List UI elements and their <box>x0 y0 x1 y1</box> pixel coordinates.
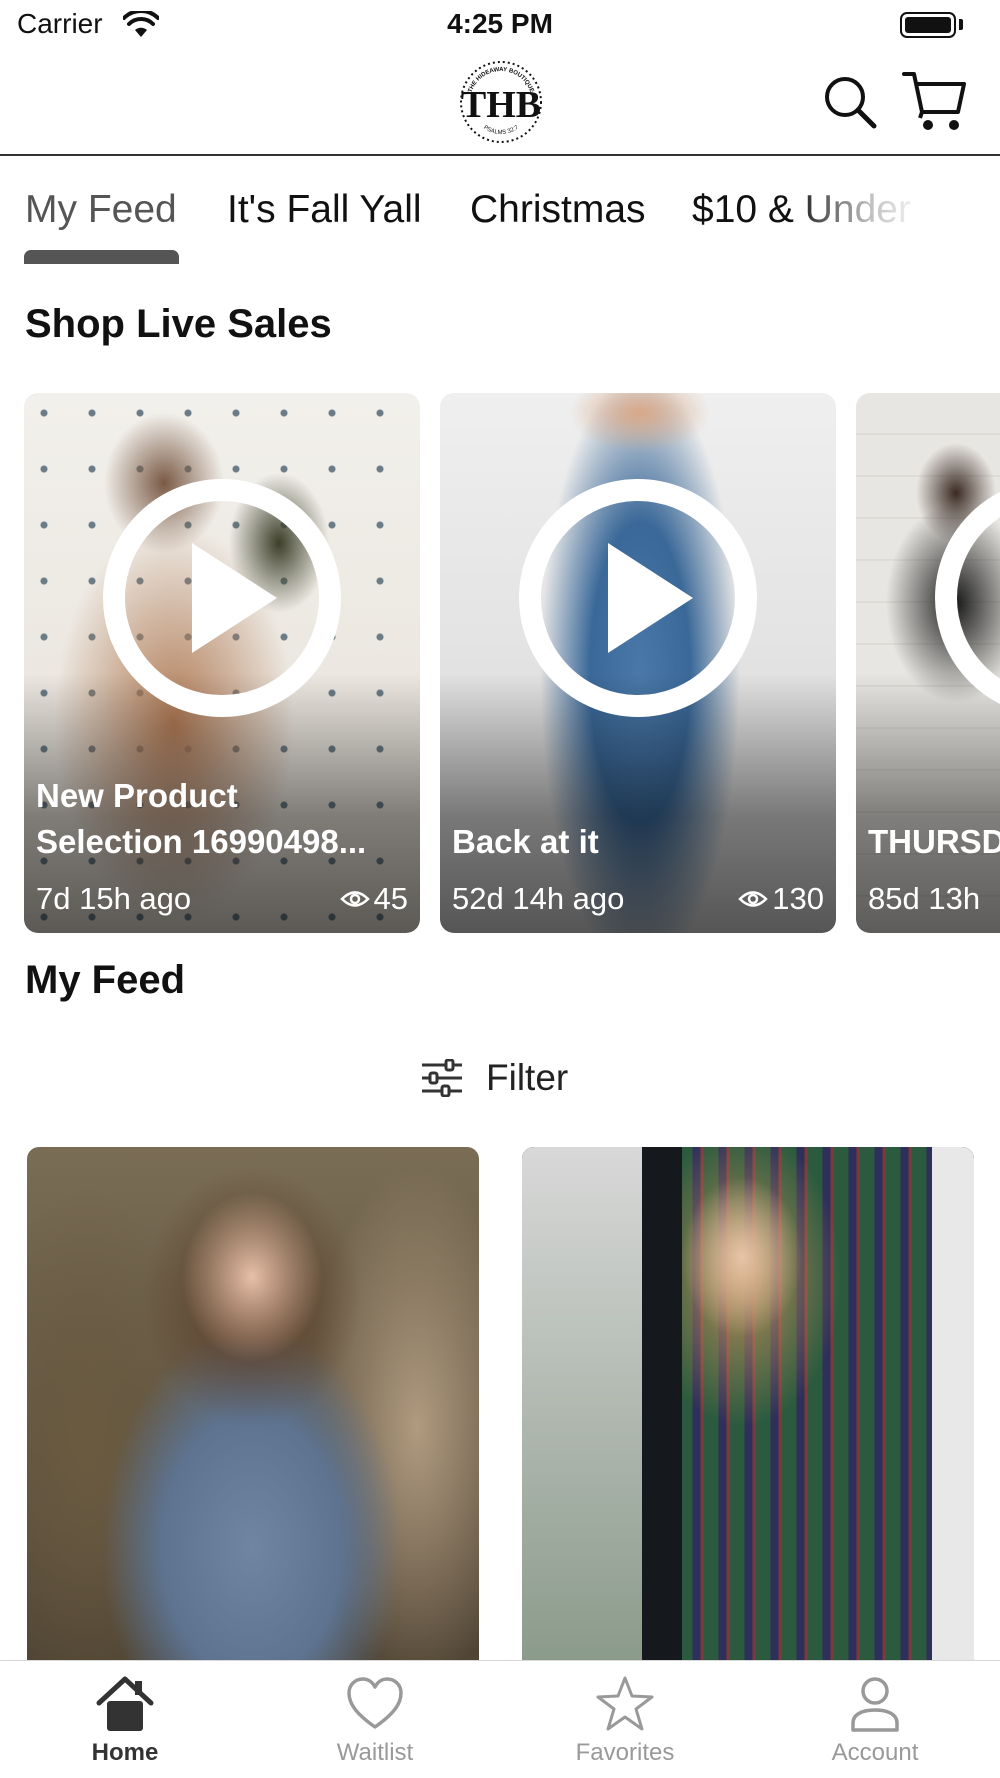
clock: 4:25 PM <box>447 8 553 39</box>
live-sale-view-count: 130 <box>772 881 824 916</box>
home-icon <box>96 1676 154 1731</box>
tab-its-fall-yall[interactable]: It's Fall Yall <box>227 188 422 232</box>
live-sale-view-count: 45 <box>373 881 408 916</box>
tab-bar-label: Home <box>91 1739 159 1766</box>
product-card[interactable] <box>27 1147 479 1667</box>
live-sale-views: 130 <box>738 881 824 917</box>
cart-icon[interactable] <box>902 70 968 132</box>
battery-tip <box>959 19 963 30</box>
bottom-tab-bar: Home Waitlist Favorites Account <box>0 1660 1000 1778</box>
battery-icon <box>900 12 956 38</box>
tab-bar-home[interactable]: Home <box>25 1661 225 1778</box>
nav-header: THE HIDEAWAY BOUTIQUE PSALMS 32:7 THB <box>0 50 1000 156</box>
sliders-icon <box>422 1059 462 1097</box>
live-sale-age: 85d 13h <box>868 881 981 916</box>
tab-christmas[interactable]: Christmas <box>470 188 646 232</box>
eye-icon <box>339 891 370 907</box>
live-sale-title: Back at it <box>452 823 599 860</box>
live-sale-title: THURSD <box>868 823 1000 860</box>
product-image <box>27 1147 479 1667</box>
filter-button[interactable]: Filter <box>420 1050 568 1106</box>
tab-bar-waitlist[interactable]: Waitlist <box>275 1661 475 1778</box>
star-icon <box>596 1676 654 1731</box>
tab-my-feed[interactable]: My Feed <box>25 188 177 232</box>
product-card[interactable] <box>522 1147 974 1667</box>
tab-bar-favorites[interactable]: Favorites <box>525 1661 725 1778</box>
live-sale-card[interactable]: THURSD 85d 13h <box>856 393 1000 933</box>
tab-10-and-under[interactable]: $10 & Under <box>692 188 911 232</box>
live-sale-card[interactable]: New Product Selection 16990498... 7d 15h… <box>24 393 420 933</box>
live-sale-views: 45 <box>339 881 408 917</box>
eye-icon <box>738 891 769 907</box>
tab-bar-label: Account <box>831 1739 919 1766</box>
category-tabs: My Feed It's Fall Yall Christmas $10 & U… <box>0 158 1000 274</box>
active-tab-indicator <box>24 250 179 264</box>
live-sales-carousel[interactable]: New Product Selection 16990498... 7d 15h… <box>0 393 1000 933</box>
tab-bar-account[interactable]: Account <box>775 1661 975 1778</box>
filter-label: Filter <box>486 1057 569 1098</box>
status-bar: Carrier 4:25 PM <box>0 0 1000 50</box>
play-icon[interactable] <box>934 478 1000 718</box>
tab-bar-label: Waitlist <box>336 1739 414 1766</box>
feed-heading: My Feed <box>25 958 186 1002</box>
live-sale-age: 7d 15h ago <box>36 881 192 916</box>
live-sale-title: New Product Selection 16990498... <box>36 777 367 860</box>
product-image-edge <box>932 1147 974 1667</box>
live-sale-card[interactable]: Back at it 52d 14h ago 130 <box>440 393 836 933</box>
tab-bar-label: Favorites <box>575 1739 675 1766</box>
live-sales-heading: Shop Live Sales <box>25 302 332 346</box>
live-sale-age: 52d 14h ago <box>452 881 625 916</box>
store-logo[interactable]: THE HIDEAWAY BOUTIQUE PSALMS 32:7 THB <box>458 59 544 145</box>
product-image-background <box>522 1147 652 1667</box>
play-icon[interactable] <box>518 478 758 718</box>
person-icon <box>851 1677 899 1732</box>
logo-monogram: THB <box>461 84 541 126</box>
search-icon[interactable] <box>822 74 878 130</box>
heart-icon <box>347 1677 403 1729</box>
product-image-door-frame <box>642 1147 682 1667</box>
play-icon[interactable] <box>102 478 342 718</box>
